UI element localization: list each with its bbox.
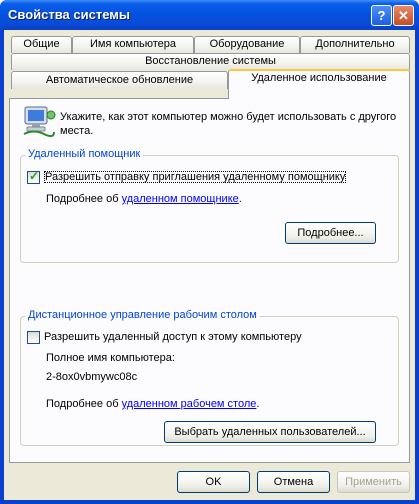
tab-general[interactable]: Общие (11, 36, 72, 53)
tab-computer-name[interactable]: Имя компьютера (72, 36, 194, 53)
remote-tab-panel: Укажите, как этот компьютер можно будет … (9, 98, 410, 463)
more-info-prefix: Подробнее об (46, 398, 122, 410)
tab-label: Автоматическое обновление (45, 74, 194, 86)
remote-desktop-group: Дистанционное управление рабочим столом … (20, 309, 399, 446)
cancel-button[interactable]: Отмена (257, 471, 330, 493)
computer-network-icon (23, 106, 56, 138)
close-icon: ✕ (398, 8, 409, 23)
desktop-more-info: Подробнее об удаленном рабочем столе. (46, 398, 259, 410)
full-computer-name-label: Полное имя компьютера: (46, 352, 175, 364)
tab-advanced[interactable]: Дополнительно (300, 36, 410, 53)
more-info-suffix: . (238, 193, 242, 205)
window-title: Свойства системы (8, 7, 130, 22)
more-info-prefix: Подробнее об (46, 193, 122, 205)
more-info-suffix: . (256, 398, 260, 410)
assistance-more-info: Подробнее об удаленном помощнике. (46, 193, 242, 205)
full-computer-name-value: 2-8ox0vbmywc08c (46, 371, 138, 383)
tab-remote[interactable]: Удаленное использование (228, 69, 410, 99)
checkmark-icon: ✓ (29, 169, 40, 183)
remote-assistance-legend: Удаленный помощник (25, 148, 144, 160)
title-bar[interactable]: Свойства системы ? ✕ (0, 0, 419, 30)
system-properties-window: Свойства системы ? ✕ Общие Имя компьютер… (0, 0, 419, 504)
tab-label: Восстановление системы (145, 55, 276, 67)
remote-assistance-group: Удаленный помощник ✓ Разрешить отправку … (20, 148, 399, 263)
tab-system-restore[interactable]: Восстановление системы (11, 53, 410, 70)
close-button[interactable]: ✕ (393, 5, 414, 26)
dialog-client-area: Общие Имя компьютера Оборудование Дополн… (4, 30, 415, 500)
allow-invitations-label[interactable]: Разрешить отправку приглашения удаленном… (44, 171, 347, 183)
help-button[interactable]: ? (371, 5, 392, 26)
tab-label: Дополнительно (315, 38, 395, 50)
assistance-advanced-button[interactable]: Подробнее... (285, 222, 376, 244)
allow-invitations-checkbox[interactable]: ✓ (27, 169, 40, 184)
intro-text: Укажите, как этот компьютер можно будет … (60, 111, 397, 137)
remote-desktop-link[interactable]: удаленном рабочем столе (122, 398, 257, 410)
ok-button[interactable]: OK (177, 471, 250, 493)
tab-label: Имя компьютера (89, 38, 177, 50)
allow-remote-desktop-label[interactable]: Разрешить удаленный доступ к этому компь… (44, 331, 302, 343)
allow-remote-desktop-checkbox[interactable] (27, 331, 40, 344)
tab-hardware[interactable]: Оборудование (194, 36, 300, 53)
tab-automatic-updates[interactable]: Автоматическое обновление (11, 71, 228, 89)
select-remote-users-button[interactable]: Выбрать удаленных пользователей... (164, 421, 376, 443)
tab-label: Удаленное использование (251, 72, 387, 84)
remote-assistance-link[interactable]: удаленном помощнике (122, 193, 239, 205)
tab-label: Общие (23, 38, 60, 50)
tab-label: Оборудование (209, 38, 285, 50)
remote-desktop-legend: Дистанционное управление рабочим столом (25, 309, 260, 321)
apply-button[interactable]: Применить (337, 471, 410, 493)
